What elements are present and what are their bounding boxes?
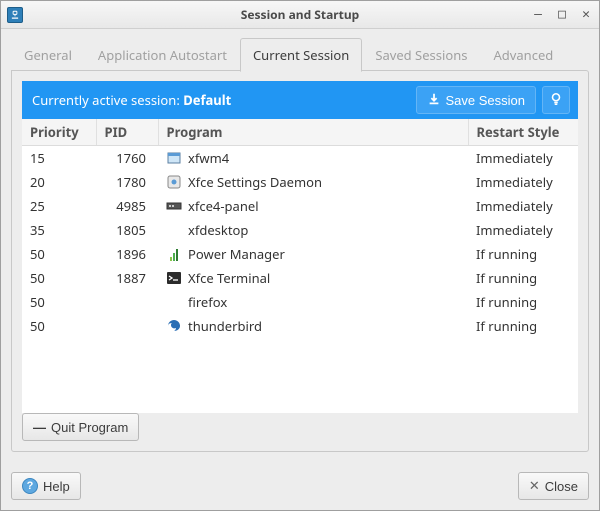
cell-restart-style[interactable]: If running: [468, 242, 578, 266]
blank-icon: [166, 222, 182, 238]
program-name: xfwm4: [188, 149, 229, 167]
col-header-program[interactable]: Program: [158, 119, 468, 146]
program-name: xfce4-panel: [188, 197, 259, 215]
process-table-container: Priority PID Program Restart Style 15176…: [22, 119, 578, 413]
cell-program[interactable]: thunderbird: [158, 314, 468, 338]
cell-program[interactable]: firefox: [158, 290, 468, 314]
cell-program[interactable]: xfwm4: [158, 146, 468, 171]
program-name: Xfce Settings Daemon: [188, 173, 322, 191]
cell-restart-style[interactable]: Immediately: [468, 218, 578, 242]
program-name: xfdesktop: [188, 221, 248, 239]
tab-application-autostart[interactable]: Application Autostart: [85, 38, 240, 71]
cell-restart-style[interactable]: If running: [468, 266, 578, 290]
minus-icon: —: [33, 420, 46, 435]
cell-restart-style[interactable]: If running: [468, 314, 578, 338]
cell-restart-style[interactable]: Immediately: [468, 170, 578, 194]
save-session-label: Save Session: [446, 93, 526, 108]
titlebar[interactable]: Session and Startup — □ ✕: [1, 1, 599, 29]
cell-program[interactable]: Xfce Settings Daemon: [158, 170, 468, 194]
window-icon: [166, 150, 182, 166]
tb-icon: [166, 318, 182, 334]
process-table: Priority PID Program Restart Style 15176…: [22, 119, 578, 338]
tab-current-session[interactable]: Current Session: [240, 38, 362, 72]
cell-priority[interactable]: 15: [22, 146, 96, 171]
lightbulb-icon: [549, 92, 563, 109]
tab-panel-current-session: Currently active session: Default Save S…: [11, 70, 589, 452]
table-row[interactable]: 201780 Xfce Settings Daemon Immediately: [22, 170, 578, 194]
cell-priority[interactable]: 50: [22, 266, 96, 290]
help-button[interactable]: ? Help: [11, 472, 81, 500]
cell-priority[interactable]: 50: [22, 242, 96, 266]
cell-program[interactable]: xfce4-panel: [158, 194, 468, 218]
cell-priority[interactable]: 50: [22, 290, 96, 314]
quit-program-button[interactable]: — Quit Program: [22, 413, 139, 441]
cell-pid[interactable]: 1780: [96, 170, 158, 194]
panel-icon: [166, 198, 182, 214]
settings-icon: [166, 174, 182, 190]
tab-bar: General Application Autostart Current Se…: [11, 37, 589, 71]
cell-pid[interactable]: 1887: [96, 266, 158, 290]
cell-priority[interactable]: 25: [22, 194, 96, 218]
close-window-button[interactable]: ✕: [579, 7, 593, 22]
cell-restart-style[interactable]: Immediately: [468, 194, 578, 218]
program-name: Xfce Terminal: [188, 269, 270, 287]
cell-priority[interactable]: 50: [22, 314, 96, 338]
close-button[interactable]: ✕ Close: [518, 472, 589, 500]
app-icon: [7, 7, 23, 23]
table-row[interactable]: 501887 Xfce Terminal If running: [22, 266, 578, 290]
cell-pid[interactable]: [96, 290, 158, 314]
cell-pid[interactable]: 1760: [96, 146, 158, 171]
session-banner: Currently active session: Default Save S…: [22, 81, 578, 119]
blank-icon: [166, 294, 182, 310]
close-label: Close: [545, 479, 578, 494]
tab-general[interactable]: General: [11, 38, 85, 71]
save-session-button[interactable]: Save Session: [416, 86, 537, 114]
minimize-button[interactable]: —: [531, 7, 545, 22]
tab-advanced[interactable]: Advanced: [480, 38, 566, 71]
session-startup-window: Session and Startup — □ ✕ General Applic…: [0, 0, 600, 511]
col-header-pid[interactable]: PID: [96, 119, 158, 146]
session-banner-prefix: Currently active session:: [32, 91, 183, 109]
maximize-button[interactable]: □: [555, 7, 569, 22]
cell-program[interactable]: xfdesktop: [158, 218, 468, 242]
table-row[interactable]: 151760 xfwm4 Immediately: [22, 146, 578, 171]
content-area: General Application Autostart Current Se…: [1, 29, 599, 462]
table-row[interactable]: 254985 xfce4-panel Immediately: [22, 194, 578, 218]
cell-restart-style[interactable]: If running: [468, 290, 578, 314]
quit-program-label: Quit Program: [51, 420, 128, 435]
download-icon: [427, 92, 441, 109]
process-table-body: 151760 xfwm4 Immediately 201780 Xfce Setting…: [22, 146, 578, 339]
window-title: Session and Startup: [1, 6, 599, 23]
cell-priority[interactable]: 35: [22, 218, 96, 242]
table-row[interactable]: 50 firefox If running: [22, 290, 578, 314]
hint-button[interactable]: [542, 86, 570, 114]
cell-pid[interactable]: 4985: [96, 194, 158, 218]
close-icon: ✕: [529, 478, 540, 494]
tab-saved-sessions[interactable]: Saved Sessions: [362, 38, 480, 71]
session-name: Default: [183, 91, 231, 109]
dialog-footer: ? Help ✕ Close: [1, 462, 599, 510]
program-name: firefox: [188, 293, 227, 311]
session-banner-text: Currently active session: Default: [32, 91, 410, 109]
table-row[interactable]: 351805 xfdesktop Immediately: [22, 218, 578, 242]
cell-pid[interactable]: 1805: [96, 218, 158, 242]
cell-restart-style[interactable]: Immediately: [468, 146, 578, 171]
cell-program[interactable]: Power Manager: [158, 242, 468, 266]
table-row[interactable]: 501896 Power Manager If running: [22, 242, 578, 266]
table-row[interactable]: 50 thunderbird If running: [22, 314, 578, 338]
power-icon: [166, 246, 182, 262]
help-label: Help: [43, 479, 70, 494]
col-header-restart[interactable]: Restart Style: [468, 119, 578, 146]
cell-pid[interactable]: [96, 314, 158, 338]
program-name: thunderbird: [188, 317, 262, 335]
cell-pid[interactable]: 1896: [96, 242, 158, 266]
program-name: Power Manager: [188, 245, 285, 263]
cell-priority[interactable]: 20: [22, 170, 96, 194]
terminal-icon: [166, 270, 182, 286]
help-icon: ?: [22, 478, 38, 494]
cell-program[interactable]: Xfce Terminal: [158, 266, 468, 290]
col-header-priority[interactable]: Priority: [22, 119, 96, 146]
